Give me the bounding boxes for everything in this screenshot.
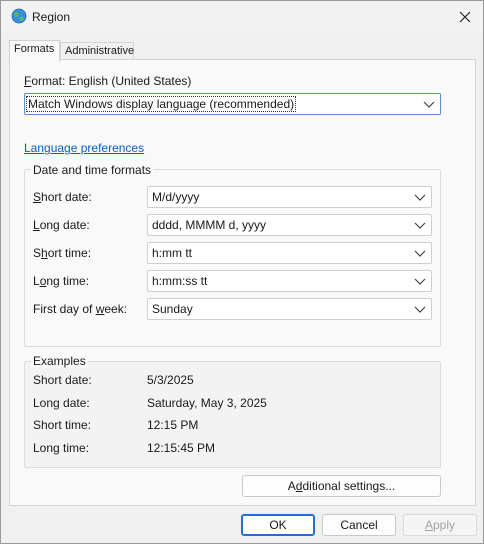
long-time-select[interactable]: h:mm:ss tt bbox=[147, 270, 432, 292]
chevron-down-icon bbox=[414, 250, 426, 257]
chevron-down-icon bbox=[414, 306, 426, 313]
format-label: Format: English (United States) bbox=[24, 74, 192, 88]
language-preferences-link[interactable]: Language preferences bbox=[24, 141, 144, 155]
example-short-date-label: Short date: bbox=[33, 373, 92, 387]
long-time-value: h:mm:ss tt bbox=[152, 274, 208, 288]
short-time-label: Short time: bbox=[33, 246, 92, 260]
long-date-label: Long date: bbox=[33, 218, 90, 232]
example-long-time-value: 12:15:45 PM bbox=[147, 441, 216, 455]
globe-icon bbox=[11, 8, 27, 24]
tab-administrative-label: Administrative bbox=[65, 45, 135, 57]
additional-settings-button[interactable]: Additional settings... bbox=[242, 475, 441, 497]
tab-formats-label: Formats bbox=[14, 43, 55, 55]
ok-button[interactable]: OK bbox=[241, 514, 315, 536]
example-short-time-value: 12:15 PM bbox=[147, 418, 199, 432]
format-select[interactable]: Match Windows display language (recommen… bbox=[24, 93, 441, 115]
chevron-down-icon bbox=[423, 101, 435, 108]
short-time-select[interactable]: h:mm tt bbox=[147, 242, 432, 264]
region-dialog: Region Formats Administrative Format: En… bbox=[0, 0, 484, 544]
chevron-down-icon bbox=[414, 194, 426, 201]
example-short-time-label: Short time: bbox=[33, 418, 92, 432]
example-short-date-value: 5/3/2025 bbox=[147, 373, 194, 387]
first-day-of-week-label: First day of week: bbox=[33, 302, 128, 316]
chevron-down-icon bbox=[414, 278, 426, 285]
close-button[interactable] bbox=[453, 5, 477, 29]
window-title: Region bbox=[32, 10, 71, 24]
long-date-select[interactable]: dddd, MMMM d, yyyy bbox=[147, 214, 432, 236]
tab-formats[interactable]: Formats bbox=[9, 40, 60, 62]
examples-title: Examples bbox=[31, 354, 88, 368]
date-time-formats-title: Date and time formats bbox=[31, 163, 154, 177]
format-select-value: Match Windows display language (recommen… bbox=[26, 96, 297, 112]
long-date-value: dddd, MMMM d, yyyy bbox=[152, 218, 267, 232]
long-time-label: Long time: bbox=[33, 274, 90, 288]
apply-button[interactable]: Apply bbox=[403, 514, 477, 536]
example-long-time-label: Long time: bbox=[33, 441, 90, 455]
short-date-value: M/d/yyyy bbox=[152, 190, 200, 204]
first-day-of-week-value: Sunday bbox=[152, 302, 193, 316]
title-bar: Region bbox=[1, 1, 483, 33]
example-long-date-value: Saturday, May 3, 2025 bbox=[147, 396, 267, 410]
close-icon bbox=[459, 11, 471, 23]
formats-panel: Format: English (United States) Match Wi… bbox=[9, 59, 476, 506]
short-time-value: h:mm tt bbox=[152, 246, 193, 260]
short-date-label: Short date: bbox=[33, 190, 92, 204]
example-long-date-label: Long date: bbox=[33, 396, 90, 410]
cancel-button[interactable]: Cancel bbox=[322, 514, 396, 536]
chevron-down-icon bbox=[414, 222, 426, 229]
first-day-of-week-select[interactable]: Sunday bbox=[147, 298, 432, 320]
short-date-select[interactable]: M/d/yyyy bbox=[147, 186, 432, 208]
